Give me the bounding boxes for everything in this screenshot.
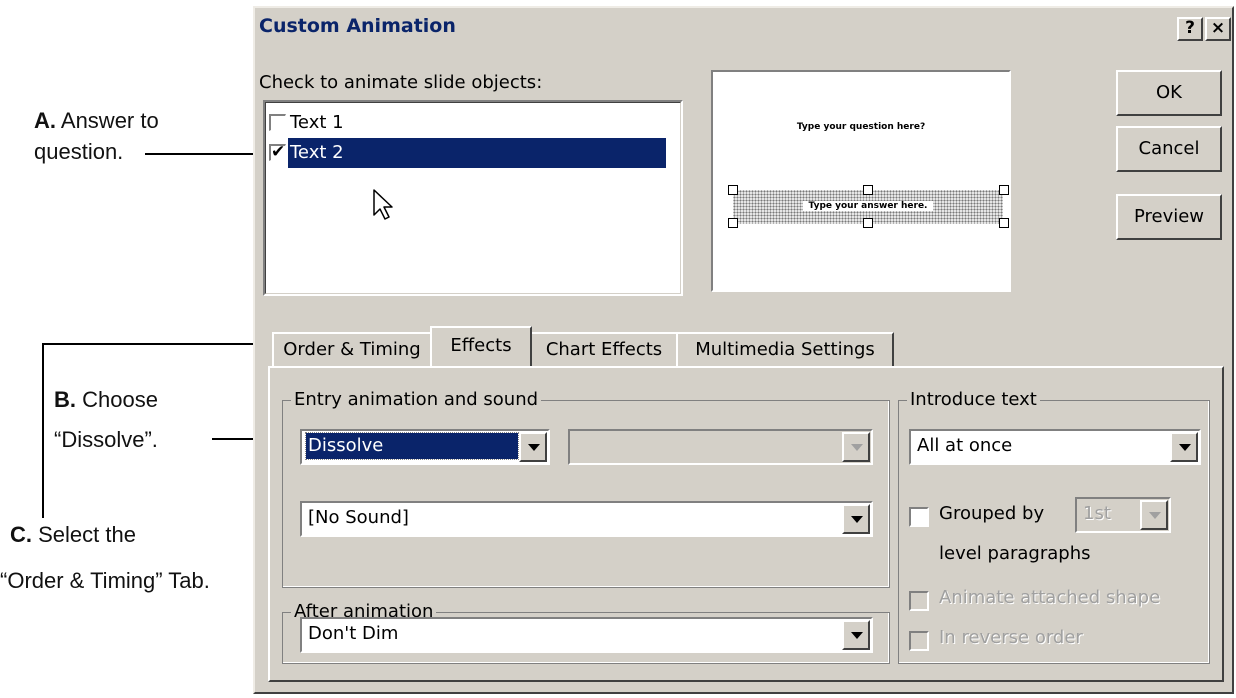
- title-bar[interactable]: Custom Animation ? ×: [255, 8, 1232, 48]
- animate-attached-shape-label: Animate attached shape: [939, 587, 1161, 608]
- checkbox-text-2[interactable]: ✔: [269, 142, 286, 162]
- annotation-c: C. Select the: [10, 520, 136, 550]
- entry-direction-dropdown: [568, 429, 873, 465]
- resize-handle[interactable]: [863, 218, 873, 228]
- tab-effects[interactable]: Effects: [430, 326, 532, 366]
- resize-handle[interactable]: [999, 218, 1009, 228]
- annotation-c-text: Select the: [32, 522, 136, 547]
- preview-answer: Type your answer here.: [803, 201, 933, 211]
- entry-effect-dropdown[interactable]: Dissolve: [300, 429, 550, 465]
- tab-chart-effects[interactable]: Chart Effects: [530, 332, 678, 366]
- custom-animation-dialog: Custom Animation ? × Check to animate sl…: [253, 6, 1234, 694]
- list-item-label: Text 1: [290, 112, 344, 133]
- list-item-text-2[interactable]: ✔ Text 2: [269, 138, 683, 168]
- chevron-down-icon: [851, 632, 863, 639]
- cancel-button[interactable]: Cancel: [1116, 126, 1222, 172]
- annotation-b-text: Choose: [76, 387, 158, 412]
- annotation-b-line2: “Dissolve”.: [54, 427, 158, 452]
- objects-list[interactable]: Text 1 ✔ Text 2: [263, 100, 683, 296]
- grouped-by-label: Grouped by: [939, 503, 1045, 524]
- annotation-b-letter: B.: [54, 387, 76, 412]
- annotation-b: B. Choose: [54, 385, 158, 415]
- annotation-c-vertical: [42, 343, 44, 518]
- introduce-text-value: All at once: [917, 435, 1013, 456]
- annotation-a-line2: question.: [34, 139, 124, 164]
- after-animation-group: After animation Don't Dim: [282, 600, 890, 664]
- dropdown-button[interactable]: [842, 620, 870, 650]
- introduce-text-group: Introduce text All at once Grouped by 1s…: [898, 388, 1210, 664]
- entry-animation-group: Entry animation and sound Dissolve [No S…: [282, 388, 890, 588]
- resize-handle[interactable]: [999, 185, 1009, 195]
- after-animation-value: Don't Dim: [308, 623, 399, 644]
- annotation-c-letter: C.: [10, 522, 32, 547]
- dropdown-button[interactable]: [1170, 432, 1198, 462]
- slide-preview: Type your question here? Type your answe…: [711, 70, 1011, 292]
- resize-handle[interactable]: [728, 218, 738, 228]
- entry-animation-label: Entry animation and sound: [291, 388, 542, 412]
- chevron-down-icon: [851, 444, 863, 451]
- annotation-a-text: Answer to: [56, 108, 159, 133]
- dropdown-button-disabled: [842, 432, 870, 462]
- dropdown-button[interactable]: [842, 504, 870, 534]
- entry-sound-value: [No Sound]: [308, 507, 409, 528]
- level-paragraphs-label: level paragraphs: [939, 543, 1091, 564]
- dropdown-button-disabled: [1140, 500, 1168, 530]
- tab-order-timing[interactable]: Order & Timing: [272, 332, 432, 366]
- introduce-text-label: Introduce text: [907, 388, 1040, 412]
- dialog-title: Custom Animation: [259, 15, 456, 37]
- annotation-c-line2: “Order & Timing” Tab.: [0, 568, 210, 593]
- entry-sound-dropdown[interactable]: [No Sound]: [300, 501, 873, 537]
- entry-effect-value: Dissolve: [305, 432, 519, 460]
- list-item-label-selected: Text 2: [288, 138, 666, 168]
- chevron-down-icon: [1149, 512, 1161, 519]
- tab-multimedia-settings[interactable]: Multimedia Settings: [676, 332, 894, 366]
- reverse-order-label: In reverse order: [939, 627, 1083, 648]
- resize-handle[interactable]: [728, 185, 738, 195]
- resize-handle[interactable]: [863, 185, 873, 195]
- grouped-by-checkbox[interactable]: [909, 507, 929, 527]
- introduce-text-dropdown[interactable]: All at once: [909, 429, 1201, 465]
- annotation-a: A. Answer to: [34, 106, 159, 136]
- after-animation-dropdown[interactable]: Don't Dim: [300, 617, 873, 653]
- grouped-by-level-dropdown: 1st: [1075, 497, 1171, 533]
- close-button[interactable]: ×: [1205, 17, 1231, 41]
- dropdown-button[interactable]: [519, 432, 547, 462]
- chevron-down-icon: [1179, 444, 1191, 451]
- help-button[interactable]: ?: [1177, 17, 1203, 41]
- chevron-down-icon: [528, 444, 540, 451]
- annotation-c-pointer: [42, 343, 272, 345]
- ok-button[interactable]: OK: [1116, 70, 1222, 116]
- mouse-pointer-icon: [373, 189, 393, 220]
- annotation-a-letter: A.: [34, 108, 56, 133]
- chevron-down-icon: [851, 516, 863, 523]
- checkbox-text-1[interactable]: [269, 114, 286, 131]
- reverse-order-checkbox: [909, 631, 929, 651]
- animate-attached-shape-checkbox: [909, 591, 929, 611]
- preview-button[interactable]: Preview: [1116, 194, 1222, 240]
- grouped-by-level-value: 1st: [1083, 503, 1111, 524]
- check-icon: ✔: [271, 142, 286, 162]
- preview-question: Type your question here?: [796, 122, 926, 132]
- preview-answer-placeholder: Type your answer here.: [728, 185, 1009, 228]
- objects-label: Check to animate slide objects:: [259, 72, 543, 93]
- effects-panel: Entry animation and sound Dissolve [No S…: [268, 366, 1224, 682]
